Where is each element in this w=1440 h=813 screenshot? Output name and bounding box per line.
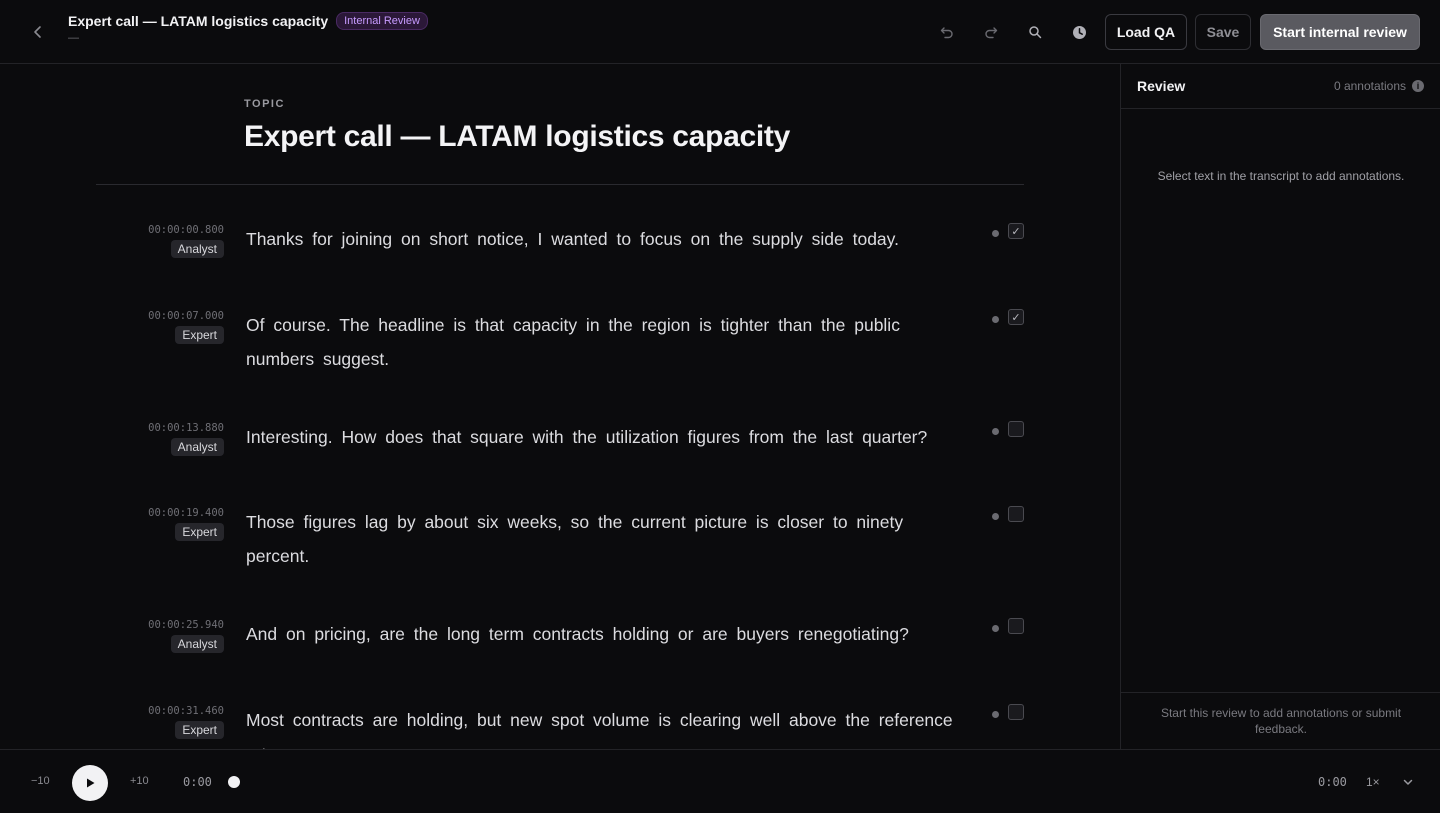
segment-text[interactable]: Of course. The headline is that capacity… [246,308,916,376]
undo-button[interactable] [935,20,959,44]
segment-checkbox[interactable] [1008,704,1024,720]
check-icon: ✓ [1011,225,1021,238]
back-button[interactable] [26,20,50,44]
play-button[interactable] [72,765,108,801]
history-button[interactable] [1067,20,1091,44]
status-dot [992,230,999,237]
segment-timestamp[interactable]: 00:00:00.800 [148,224,224,236]
speaker-badge: Analyst [170,635,224,653]
speaker-badge: Expert [175,326,224,344]
title-block: Expert call — LATAM logistics capacity I… [68,12,428,44]
top-bar: Expert call — LATAM logistics capacity I… [0,0,1440,64]
info-icon[interactable]: i [1412,80,1424,92]
review-footer-message: Start this review to add annotations or … [1121,692,1440,749]
start-internal-review-button[interactable]: Start internal review [1260,14,1420,50]
segment-text[interactable]: Thanks for joining on short notice, I wa… [246,222,962,256]
current-time: 0:00 [183,775,212,789]
chevron-left-icon [34,26,41,38]
redo-button[interactable] [979,20,1003,44]
review-panel: Review 0 annotations i Select text in th… [1120,64,1440,749]
review-header: Review 0 annotations i [1121,64,1440,109]
status-dot [992,428,999,435]
status-dot [992,711,999,718]
search-button[interactable] [1023,20,1047,44]
topic-label: TOPIC [244,98,285,110]
document-subtitle: — [68,32,79,44]
history-icon [1072,25,1086,39]
segment-timestamp[interactable]: 00:00:31.460 [148,705,224,717]
review-empty-message: Select text in the transcript to add ann… [1157,169,1405,183]
segment-checkbox[interactable] [1008,421,1024,437]
segment-timestamp[interactable]: 00:00:07.000 [148,310,224,322]
skip-back-button[interactable]: −10 [31,775,50,787]
check-icon: ✓ [1011,311,1021,324]
search-icon [1029,26,1042,39]
transcript-panel: TOPIC Expert call — LATAM logistics capa… [0,64,1120,749]
segment-checkbox[interactable]: ✓ [1008,223,1024,239]
segment-text[interactable]: And on pricing, are the long term contra… [246,617,962,651]
segment-timestamp[interactable]: 00:00:25.940 [148,619,224,631]
segment-text[interactable]: Those figures lag by about six weeks, so… [246,505,926,573]
speaker-badge: Analyst [170,240,224,258]
annotation-count: 0 annotations [1333,79,1406,93]
scrubber-handle[interactable] [228,776,240,788]
segment-text[interactable]: Most contracts are holding, but new spot… [246,703,962,749]
undo-icon [940,27,953,39]
segment-checkbox[interactable] [1008,506,1024,522]
segment-checkbox[interactable] [1008,618,1024,634]
status-badge: Internal Review [336,12,428,30]
status-dot [992,513,999,520]
chevron-down-icon [1403,779,1413,785]
play-icon [87,778,95,788]
segment-checkbox[interactable]: ✓ [1008,309,1024,325]
status-dot [992,316,999,323]
speaker-badge: Expert [175,523,224,541]
load-qa-button[interactable]: Load QA [1105,14,1187,50]
save-button[interactable]: Save [1195,14,1251,50]
speaker-badge: Expert [175,721,224,739]
skip-forward-button[interactable]: +10 [130,775,149,787]
annotation-count-wrap: 0 annotations i [1334,79,1424,93]
topic-title: Expert call — LATAM logistics capacity [244,120,790,153]
divider [96,184,1024,185]
redo-icon [985,27,998,39]
segment-timestamp[interactable]: 00:00:13.880 [148,422,224,434]
playback-rate-button[interactable]: 1× [1366,775,1380,789]
app-root: Expert call — LATAM logistics capacity I… [0,0,1440,813]
segment-text[interactable]: Interesting. How does that square with t… [246,420,962,454]
review-title: Review [1137,78,1186,94]
audio-player: −10 +10 0:00 0:00 1× [0,749,1440,813]
duration: 0:00 [1318,775,1347,789]
expand-player-button[interactable] [1400,774,1416,790]
status-dot [992,625,999,632]
segment-timestamp[interactable]: 00:00:19.400 [148,507,224,519]
document-title: Expert call — LATAM logistics capacity [68,13,329,29]
speaker-badge: Analyst [170,438,224,456]
